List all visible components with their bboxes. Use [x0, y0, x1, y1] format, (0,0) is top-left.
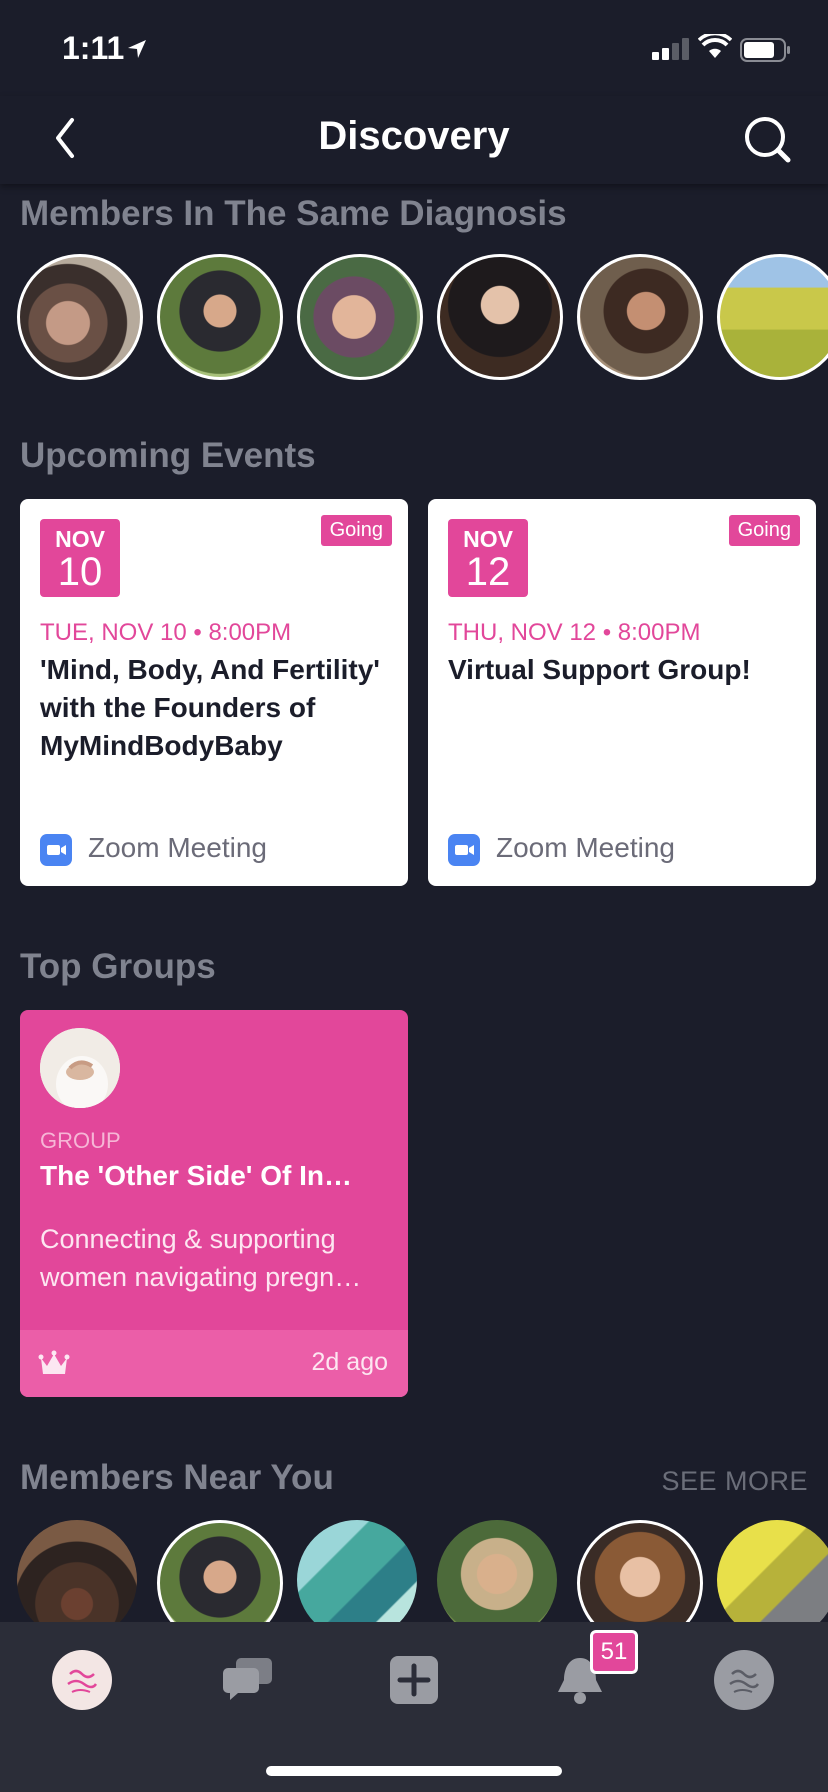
- member-avatar[interactable]: [577, 1520, 703, 1622]
- section-title-members-near: Members Near You: [20, 1458, 334, 1497]
- event-location: Zoom Meeting: [88, 832, 267, 863]
- zoom-icon: [40, 834, 72, 866]
- member-avatar[interactable]: [157, 254, 283, 380]
- search-icon[interactable]: [742, 114, 792, 164]
- event-card[interactable]: NOV 10 Going TUE, NOV 10 • 8:00PM 'Mind,…: [20, 499, 408, 886]
- member-avatar[interactable]: [717, 254, 828, 380]
- event-day: 12: [465, 550, 511, 594]
- section-title-top-groups: Top Groups: [20, 947, 216, 986]
- group-description: Connecting & supporting women navigating…: [40, 1224, 362, 1292]
- home-indicator[interactable]: [266, 1766, 562, 1776]
- notification-count-badge: 51: [590, 1630, 638, 1674]
- group-activity-time: 2d ago: [311, 1348, 388, 1376]
- event-month: NOV: [463, 526, 513, 552]
- group-type-label: GROUP: [40, 1128, 121, 1153]
- event-month: NOV: [55, 526, 105, 552]
- event-date-badge: NOV 10: [40, 519, 120, 597]
- going-badge: Going: [728, 515, 800, 546]
- event-title: 'Mind, Body, And Fertility' with the Fou…: [40, 654, 380, 761]
- cellular-signal-icon: [652, 38, 689, 60]
- crown-icon: [38, 1350, 70, 1374]
- location-arrow-icon: [128, 40, 146, 58]
- event-location: Zoom Meeting: [496, 832, 675, 863]
- group-card[interactable]: GROUP The 'Other Side' Of In… Connecting…: [20, 1010, 408, 1397]
- section-title-upcoming-events: Upcoming Events: [20, 436, 316, 475]
- nav-bar: Discovery: [0, 96, 828, 184]
- page-title: Discovery: [318, 114, 510, 158]
- event-datetime: THU, NOV 12 • 8:00PM: [448, 619, 701, 646]
- see-more-button[interactable]: SEE MORE: [661, 1466, 808, 1497]
- group-avatar: [40, 1028, 120, 1108]
- event-title: Virtual Support Group!: [448, 654, 751, 685]
- event-card[interactable]: NOV 12 Going THU, NOV 12 • 8:00PM Virtua…: [428, 499, 816, 886]
- event-day: 10: [57, 550, 103, 594]
- member-avatar[interactable]: [297, 1520, 417, 1622]
- member-avatar[interactable]: [157, 1520, 283, 1622]
- member-avatar[interactable]: [297, 254, 423, 380]
- status-bar: 1:11: [0, 0, 828, 96]
- group-name: The 'Other Side' Of In…: [40, 1160, 353, 1191]
- nearby-members-row[interactable]: [0, 1520, 828, 1622]
- tab-home-logo-icon[interactable]: [50, 1648, 114, 1712]
- member-avatar[interactable]: [17, 1520, 137, 1622]
- battery-icon: [740, 38, 790, 62]
- tab-create-icon[interactable]: [382, 1648, 446, 1712]
- event-date-badge: NOV 12: [448, 519, 528, 597]
- tab-chat-icon[interactable]: [216, 1648, 280, 1712]
- section-title-same-diagnosis: Members In The Same Diagnosis: [20, 194, 567, 233]
- member-avatar[interactable]: [717, 1520, 828, 1622]
- wifi-icon: [698, 34, 732, 58]
- member-avatar[interactable]: [437, 254, 563, 380]
- status-time: 1:11: [62, 30, 125, 66]
- member-avatar[interactable]: [17, 254, 143, 380]
- event-datetime: TUE, NOV 10 • 8:00PM: [40, 619, 292, 646]
- member-avatar[interactable]: [437, 1520, 557, 1622]
- diagnosis-members-row[interactable]: [0, 254, 828, 384]
- tab-profile-logo-icon[interactable]: [712, 1648, 776, 1712]
- zoom-icon: [448, 834, 480, 866]
- group-footer: 2d ago: [20, 1330, 408, 1397]
- going-badge: Going: [320, 515, 392, 546]
- member-avatar[interactable]: [577, 254, 703, 380]
